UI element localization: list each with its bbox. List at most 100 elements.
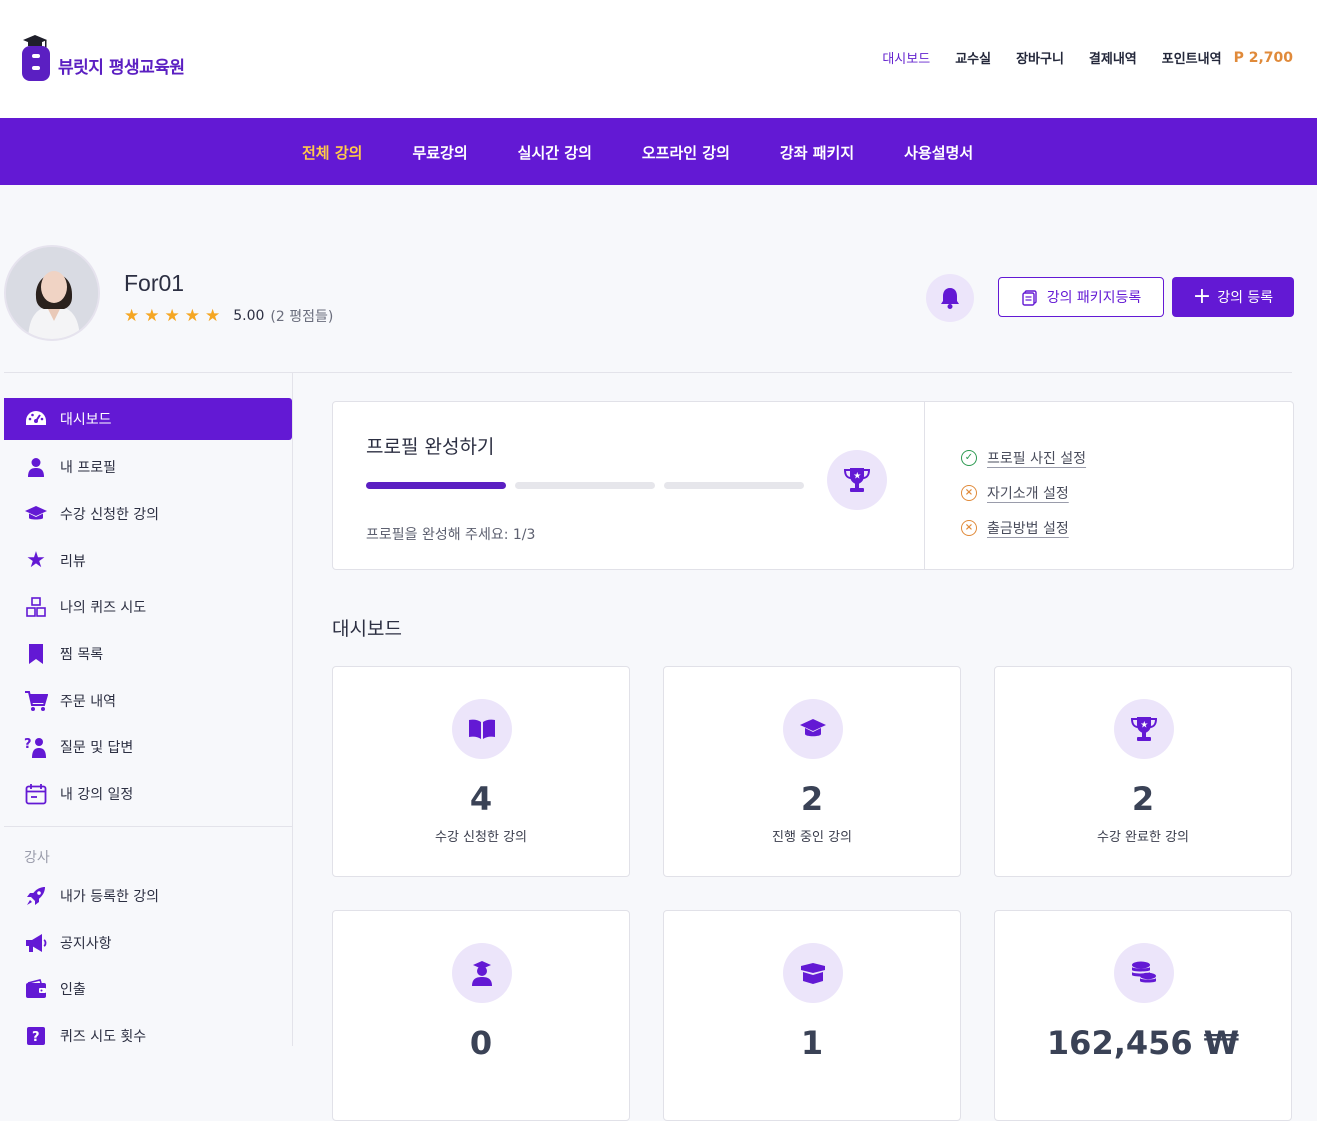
sidebar-item-label: 인출 [60,982,86,999]
sidebar-separator [4,825,292,827]
svg-text:?: ? [24,737,32,752]
sidebar-item-label: 퀴즈 시도 횟수 [60,1028,147,1045]
check-label: 프로필 사진 설정 [987,450,1087,467]
stat-card-students: 0 [332,910,630,1121]
profile-checklist: ✓ 프로필 사진 설정 × 자기소개 설정 × 출금방법 설정 [961,440,1086,545]
sidebar-item-label: 나의 퀴즈 시도 [60,600,147,617]
top-header: 뷰릿지 평생교육원 대시보드 교수실 장바구니 결제내역 포인트내역 P 2,7… [0,0,1317,118]
check-circle-icon: ✓ [961,449,977,466]
sidebar: 대시보드 내 프로필 수강 신청한 강의 ★ 리뷰 나의 퀴즈 시도 찜 목록 … [4,398,292,1059]
trophy-icon: ★ [827,450,887,510]
sidebar-item-label: 찜 목록 [60,647,104,664]
top-link-cart[interactable]: 장바구니 [1016,48,1064,67]
top-link-dashboard[interactable]: 대시보드 [882,48,930,67]
stat-card-packages: 1 [663,910,961,1121]
nav-offline-courses[interactable]: 오프라인 강의 [642,142,730,163]
sidebar-item-my-profile[interactable]: 내 프로필 [4,444,292,491]
sidebar-item-qna[interactable]: ? 질문 및 답변 [4,724,292,771]
svg-text:★: ★ [853,472,861,482]
svg-text:?: ? [32,1030,40,1045]
nav-course-packages[interactable]: 강좌 패키지 [780,142,854,163]
top-link-professor-room[interactable]: 교수실 [955,48,991,67]
brand-logo[interactable]: 뷰릿지 평생교육원 [20,32,185,82]
sidebar-item-schedule[interactable]: 내 강의 일정 [4,771,292,818]
sidebar-item-withdraw[interactable]: 인출 [4,966,292,1013]
sidebar-item-label: 내가 등록한 강의 [60,888,160,905]
coins-icon [1114,943,1174,1003]
brand-name: 뷰릿지 평생교육원 [58,57,185,78]
sidebar-item-dashboard[interactable]: 대시보드 [4,398,292,440]
stat-value: 162,456 ₩ [1046,1024,1240,1062]
gauge-icon [24,407,48,431]
nav-live-courses[interactable]: 실시간 강의 [518,142,592,163]
profile-completion-title: 프로필 완성하기 [366,436,495,458]
sidebar-item-announcements[interactable]: 공지사항 [4,919,292,966]
graduation-cap-icon [783,699,843,759]
profile-completion-card: 프로필 완성하기 프로필을 완성해 주세요: 1/3 ★ ✓ 프로필 사진 설정… [332,401,1294,570]
star-icon: ★ [205,306,221,326]
stat-value: 1 [800,1024,824,1062]
stat-card-in-progress: 2 진행 중인 강의 [663,666,961,877]
x-circle-icon: × [961,519,977,536]
check-bio[interactable]: × 자기소개 설정 [961,475,1086,510]
avatar[interactable] [4,245,100,341]
sidebar-item-orders[interactable]: 주문 내역 [4,677,292,724]
question-person-icon: ? [24,735,48,759]
add-course-button[interactable]: + 강의 등록 [1172,277,1294,317]
rocket-icon [24,884,48,908]
top-link-points[interactable]: 포인트내역 [1162,48,1222,67]
sidebar-item-reviews[interactable]: ★ 리뷰 [4,537,292,584]
calendar-icon [24,782,48,806]
profile-progress-text: 프로필을 완성해 주세요: 1/3 [366,527,536,543]
add-course-label: 강의 등록 [1217,290,1274,306]
sidebar-divider [292,372,293,1046]
rating-count: (2 평점들) [270,309,334,325]
user-icon [24,455,48,479]
add-package-label: 강의 패키지등록 [1046,290,1142,306]
profile-completion-progress: 프로필 완성하기 프로필을 완성해 주세요: 1/3 ★ [333,402,925,569]
box-icon [783,943,843,1003]
main-nav: 전체 강의 무료강의 실시간 강의 오프라인 강의 강좌 패키지 사용설명서 [0,118,1317,185]
sidebar-item-enrolled-courses[interactable]: 수강 신청한 강의 [4,491,292,538]
stat-value: 0 [469,1024,493,1062]
star-icon: ★ [144,306,160,326]
sidebar-item-label: 주문 내역 [60,693,116,710]
svg-text:★: ★ [1140,721,1148,731]
profile-progress-bar [366,482,813,489]
add-package-button[interactable]: 강의 패키지등록 [998,277,1164,317]
sidebar-item-label: 내 프로필 [60,460,116,477]
sidebar-item-wishlist[interactable]: 찜 목록 [4,631,292,678]
sidebar-item-my-courses[interactable]: 내가 등록한 강의 [4,873,292,920]
top-link-payments[interactable]: 결제내역 [1089,48,1137,67]
question-icon: ? [24,1024,48,1048]
cart-icon [24,689,48,713]
nav-manual[interactable]: 사용설명서 [904,142,973,163]
check-label: 자기소개 설정 [987,485,1069,502]
bookmark-icon [24,642,48,666]
nav-free-courses[interactable]: 무료강의 [412,142,467,163]
graduation-cap-icon [24,502,48,526]
nav-all-courses[interactable]: 전체 강의 [302,142,362,163]
check-profile-photo[interactable]: ✓ 프로필 사진 설정 [961,440,1086,475]
stat-card-earnings: 162,456 ₩ [994,910,1292,1121]
rating-score: 5.00 [233,308,265,324]
package-icon [1021,290,1037,306]
sidebar-item-label: 리뷰 [60,553,86,570]
user-name: For01 [124,270,185,296]
rating: ★ ★ ★ ★ ★ 5.00 (2 평점들) [124,306,333,326]
sidebar-item-quiz-count[interactable]: ? 퀴즈 시도 횟수 [4,1013,292,1060]
star-icon: ★ [26,548,46,574]
top-links: 대시보드 교수실 장바구니 결제내역 포인트내역 P 2,700 [857,48,1293,68]
stat-label: 진행 중인 강의 [771,830,853,845]
notification-bell-button[interactable] [926,274,974,322]
star-icon: ★ [124,306,140,326]
check-withdraw-method[interactable]: × 출금방법 설정 [961,510,1086,545]
progress-segment [366,482,506,489]
sidebar-section-instructor: 강사 [24,849,50,866]
header-divider [4,372,1292,373]
megaphone-icon [24,931,48,955]
bell-icon [941,288,959,309]
sidebar-item-quiz-attempts[interactable]: 나의 퀴즈 시도 [4,584,292,631]
x-circle-icon: × [961,484,977,501]
stat-card-completed: ★ 2 수강 완료한 강의 [994,666,1292,877]
